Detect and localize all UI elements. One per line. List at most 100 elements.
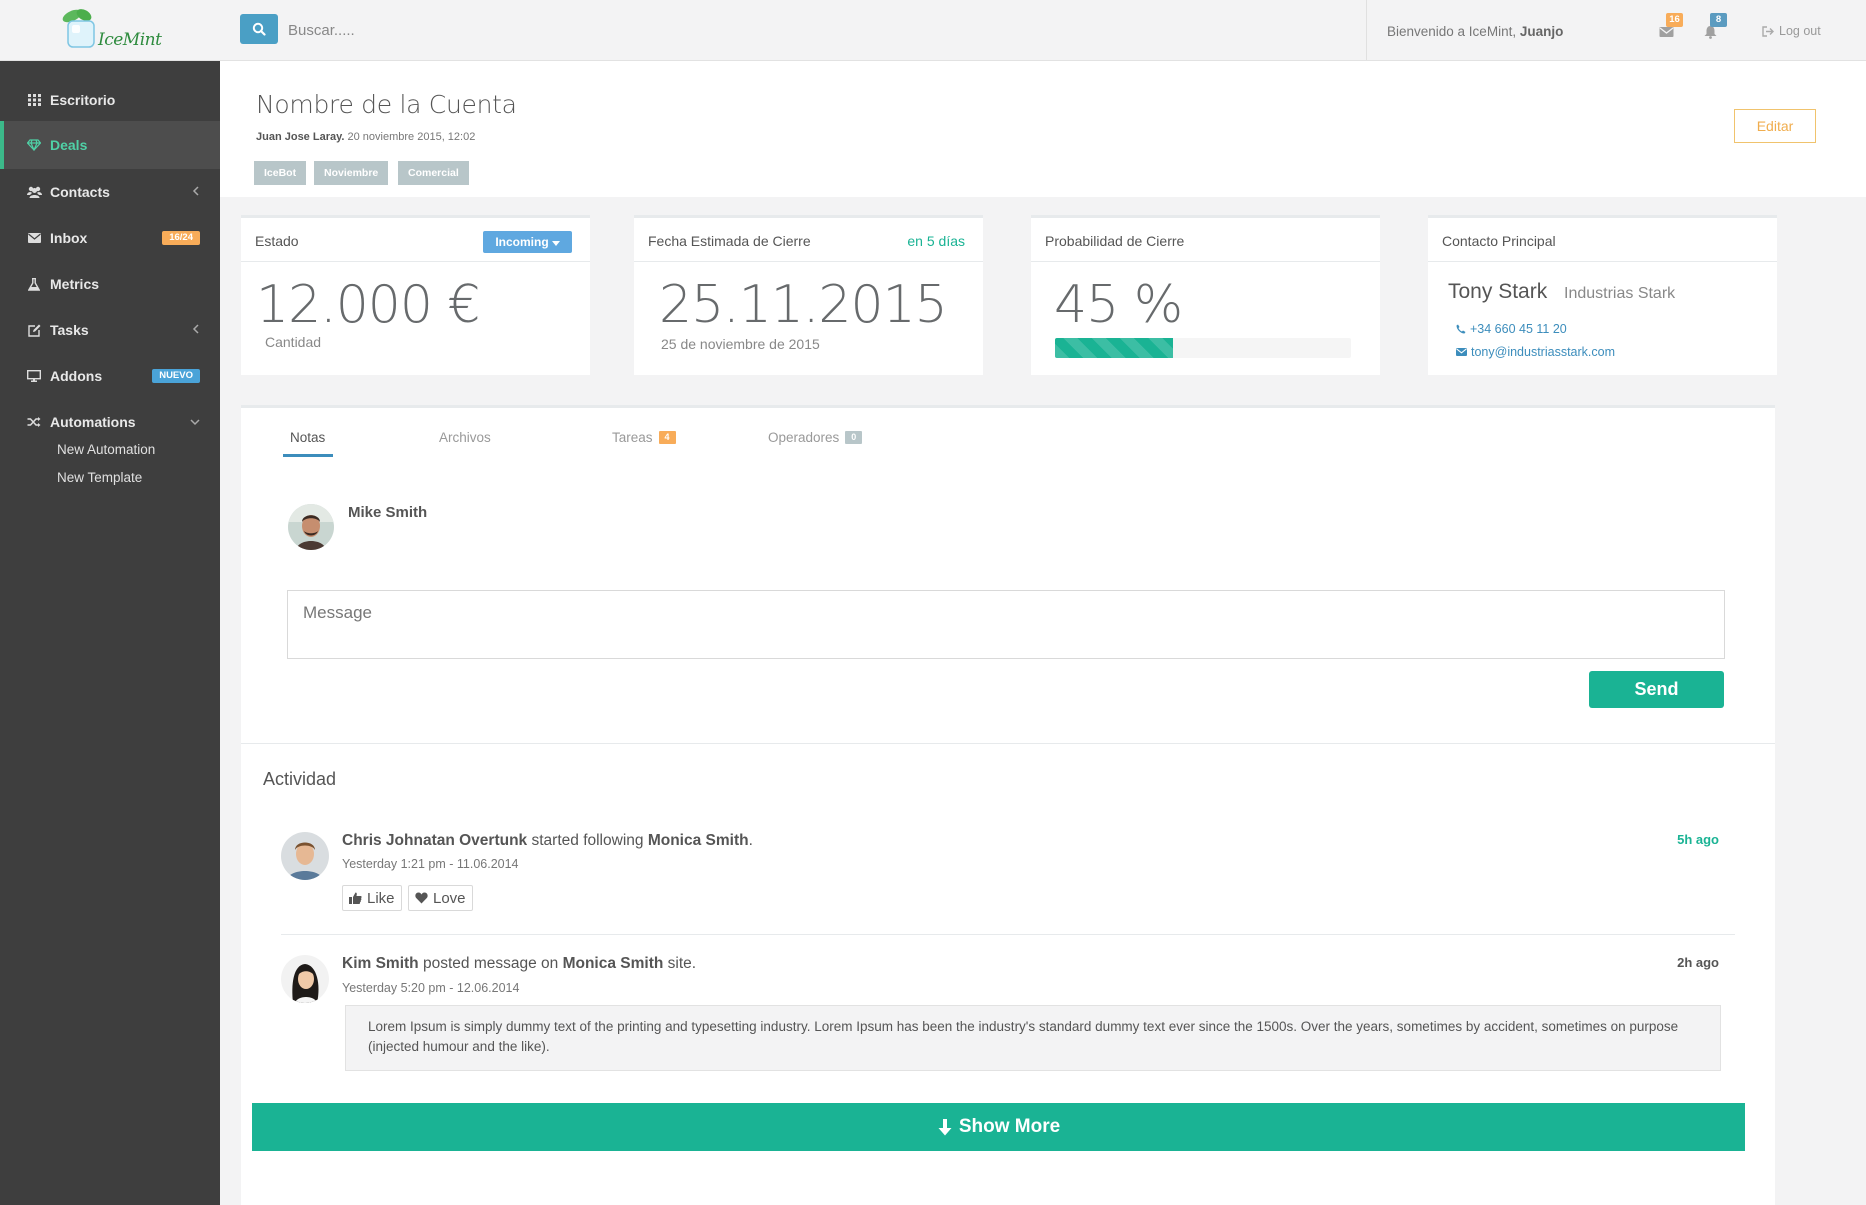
tab-label: Operadores [768, 430, 840, 445]
tab-archivos[interactable]: Archivos [439, 430, 491, 445]
edit-icon [26, 323, 42, 337]
contact-company: Industrias Stark [1564, 285, 1676, 302]
sidebar-item-label: Addons [50, 368, 103, 384]
close-date-label: 25 de noviembre de 2015 [661, 336, 820, 352]
activity-actor[interactable]: Chris Johnatan Overtunk [342, 832, 527, 849]
card-fecha-cierre: Fecha Estimada de Cierre en 5 días 25.11… [634, 215, 983, 375]
sidebar-item-escritorio[interactable]: Escritorio [0, 77, 220, 123]
sidebar-item-label: Tasks [50, 322, 89, 338]
messages-badge: 16 [1666, 13, 1683, 27]
days-left: en 5 días [907, 233, 965, 249]
probability-value: 45 % [1054, 275, 1183, 335]
tab-operadores[interactable]: Operadores 0 [768, 430, 863, 445]
addons-badge: NUEVO [152, 369, 200, 383]
search-input[interactable] [288, 16, 688, 44]
sidebar-item-deals[interactable]: Deals [0, 121, 220, 169]
arrow-down-icon [938, 1118, 952, 1135]
activity-divider [281, 934, 1735, 935]
top-bar: IceMint Bienvenido a IceMint, Juanjo 16 … [0, 0, 1866, 61]
card-title: Fecha Estimada de Cierre [648, 233, 811, 249]
contact-name[interactable]: Tony Stark [1448, 280, 1547, 304]
operadores-badge: 0 [845, 431, 863, 444]
avatar-kim-smith [281, 955, 329, 1003]
phone-number: +34 660 45 11 20 [1470, 322, 1567, 336]
main-panel: Notas Archivos Tareas 4 Operadores 0 Mik… [241, 405, 1775, 1205]
envelope-icon [1456, 348, 1467, 356]
show-more-button[interactable]: Show More [252, 1103, 1745, 1151]
envelope-icon [1659, 27, 1673, 37]
tab-label: Tareas [612, 430, 653, 445]
amount-value: 12.000 € [256, 275, 481, 335]
chevron-left-icon [192, 324, 199, 334]
sidebar-item-label: Deals [50, 137, 88, 153]
amount-label: Cantidad [265, 334, 322, 350]
activity-target[interactable]: Monica Smith [648, 832, 749, 849]
avatar [281, 955, 329, 1003]
tab-tareas[interactable]: Tareas 4 [612, 430, 676, 445]
sidebar-subitem-new-automation[interactable]: New Automation [57, 442, 155, 457]
like-button[interactable]: Like [342, 885, 402, 911]
edit-button[interactable]: Editar [1734, 109, 1816, 143]
sidebar-item-addons[interactable]: Addons NUEVO [0, 353, 220, 399]
avatar [281, 832, 329, 880]
contact-phone[interactable]: +34 660 45 11 20 [1456, 322, 1567, 336]
activity-actor[interactable]: Kim Smith [342, 955, 419, 972]
activity-verb: posted message on [422, 955, 559, 972]
card-title: Estado [255, 233, 299, 249]
card-probabilidad: Probabilidad de Cierre 45 % [1031, 215, 1380, 375]
tab-notas[interactable]: Notas [290, 430, 325, 445]
sidebar-item-label: Automations [50, 414, 136, 430]
activity-timestamp: Yesterday 5:20 pm - 12.06.2014 [342, 981, 520, 995]
welcome-prefix: Bienvenido a IceMint, [1387, 24, 1517, 39]
logout-link[interactable]: Log out [1762, 24, 1821, 38]
flask-icon [26, 277, 42, 291]
avatar [288, 504, 334, 550]
message-textarea[interactable] [287, 590, 1725, 659]
sidebar-item-contacts[interactable]: Contacts [0, 169, 220, 215]
messages-button[interactable]: 16 [1656, 13, 1683, 42]
send-button[interactable]: Send [1589, 671, 1724, 708]
account-meta: Juan Jose Laray. 20 noviembre 2015, 12:0… [256, 131, 475, 143]
desktop-icon [26, 369, 42, 383]
page-title: Nombre de la Cuenta [256, 90, 517, 119]
logout-label: Log out [1779, 24, 1821, 38]
sidebar-subitem-new-template[interactable]: New Template [57, 470, 142, 485]
tag-noviembre[interactable]: Noviembre [314, 161, 389, 185]
love-button[interactable]: Love [408, 885, 473, 911]
show-more-label: Show More [958, 1116, 1061, 1137]
activity-target[interactable]: Monica Smith [563, 955, 664, 972]
notifications-button[interactable]: 8 [1700, 13, 1727, 42]
activity-ago: 2h ago [1677, 955, 1719, 970]
contact-email[interactable]: tony@industriasstark.com [1456, 345, 1615, 359]
search-button[interactable] [240, 14, 278, 44]
email-address: tony@industriasstark.com [1471, 345, 1615, 359]
logo-text: IceMint [98, 30, 162, 50]
users-icon [26, 185, 42, 199]
status-dropdown[interactable]: Incoming [483, 231, 572, 253]
account-author[interactable]: Juan Jose Laray. [256, 131, 344, 143]
activity-heading: Actividad [263, 769, 337, 789]
activity-text: Kim Smith posted message on Monica Smith… [342, 955, 696, 973]
sidebar: Escritorio Deals Contacts Inbox 16/24 Me… [0, 61, 220, 1205]
note-author[interactable]: Mike Smith [348, 504, 427, 521]
tag-comercial[interactable]: Comercial [398, 161, 469, 185]
love-label: Love [433, 889, 466, 907]
account-header: Nombre de la Cuenta Juan Jose Laray. 20 … [220, 61, 1866, 197]
card-title: Probabilidad de Cierre [1045, 233, 1185, 249]
tab-label: Archivos [439, 430, 491, 445]
sidebar-item-tasks[interactable]: Tasks [0, 307, 220, 353]
sidebar-item-automations[interactable]: Automations [0, 399, 220, 445]
shuffle-icon [26, 415, 42, 429]
grid-icon [26, 93, 42, 107]
activity-timestamp: Yesterday 1:21 pm - 11.06.2014 [342, 857, 519, 871]
heart-icon [415, 892, 428, 904]
activity-text: Chris Johnatan Overtunk started followin… [342, 832, 753, 850]
chevron-down-icon [190, 419, 200, 426]
chevron-left-icon [192, 186, 199, 196]
welcome-user: Juanjo [1519, 24, 1564, 39]
tag-icebot[interactable]: IceBot [254, 161, 307, 185]
sidebar-item-label: Escritorio [50, 92, 116, 108]
sidebar-item-inbox[interactable]: Inbox 16/24 [0, 215, 220, 261]
sidebar-item-metrics[interactable]: Metrics [0, 261, 220, 307]
topbar-divider [1366, 0, 1367, 60]
